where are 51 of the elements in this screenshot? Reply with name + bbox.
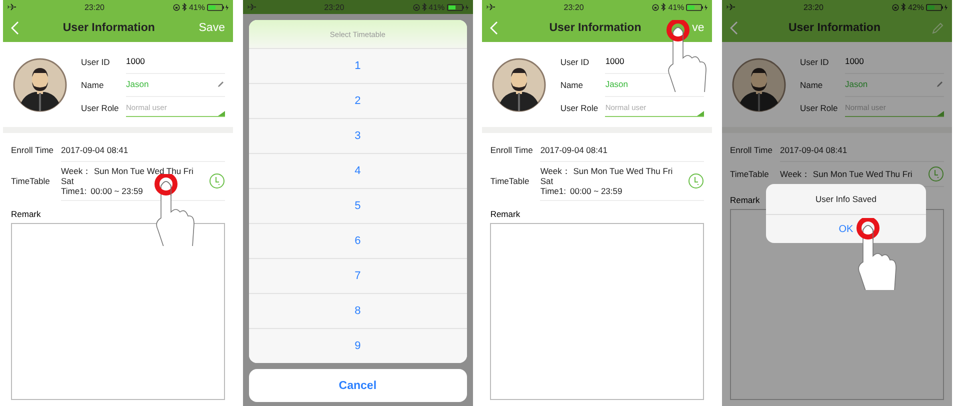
field-label: User Role [81, 102, 120, 112]
ok-button[interactable]: OK [766, 215, 926, 243]
user-id-value: 1000 [605, 56, 624, 66]
name-value: Jason [605, 79, 628, 89]
battery-percent: 41% [188, 2, 205, 12]
week-days: Week： Sun Mon Tue Wed Thu Fri [780, 169, 916, 179]
week-days: Week： Sun Mon Tue Wed Thu Fri Sat [61, 166, 197, 186]
clock-time: 23:20 [84, 2, 104, 12]
field-label: Enroll Time [490, 145, 534, 155]
battery-percent: 42% [908, 2, 924, 12]
week-days: Week： Sun Mon Tue Wed Thu Fri Sat [540, 166, 676, 186]
timetable-option[interactable]: 9 [248, 328, 467, 363]
field-label: Enroll Time [11, 145, 55, 155]
clock-time: 23:20 [324, 2, 344, 12]
enroll-time-value: 2017-09-04 08:41 [540, 145, 608, 155]
cancel-button[interactable]: Cancel [248, 369, 467, 402]
clock-time: 23:20 [564, 2, 584, 12]
field-label: Name [81, 80, 105, 90]
screen-title: User Information [62, 22, 155, 34]
save-button[interactable]: Save [198, 22, 225, 34]
user-id-value: 1000 [844, 56, 864, 66]
enroll-time-value: 2017-09-04 08:41 [780, 145, 848, 155]
field-label: User ID [560, 56, 590, 66]
field-label: TimeTable [730, 169, 770, 179]
screen-title: User Information [549, 22, 642, 34]
battery-percent: 41% [428, 2, 445, 12]
remark-label: Remark [728, 194, 761, 207]
time-range: 00:00 ~ 23:59 [90, 186, 143, 196]
remark-label: Remark [10, 208, 42, 221]
field-label: User ID [800, 56, 830, 66]
name-value: Jason [126, 79, 149, 89]
time-label: Time1: [61, 186, 87, 196]
field-label: Enroll Time [730, 145, 774, 155]
field-label: TimeTable [490, 176, 530, 186]
field-label: Name [800, 80, 824, 90]
name-value: Jason [844, 79, 868, 89]
field-label: Name [560, 80, 584, 90]
save-button[interactable]: ve [692, 22, 704, 34]
field-label: User ID [81, 56, 111, 66]
time-label: Time1: [540, 186, 566, 196]
time-range: 00:00 ~ 23:59 [570, 186, 622, 196]
clock-time: 23:20 [803, 2, 824, 12]
user-id-value: 1000 [126, 56, 145, 66]
field-label: User Role [800, 102, 839, 112]
enroll-time-value: 2017-09-04 08:41 [61, 145, 128, 155]
field-label: TimeTable [11, 176, 51, 186]
screen-title: User Information [788, 22, 880, 34]
remark-label: Remark [489, 208, 522, 221]
alert-message: User Info Saved [766, 184, 926, 215]
field-label: User Role [560, 102, 600, 112]
battery-percent: 41% [668, 2, 684, 12]
